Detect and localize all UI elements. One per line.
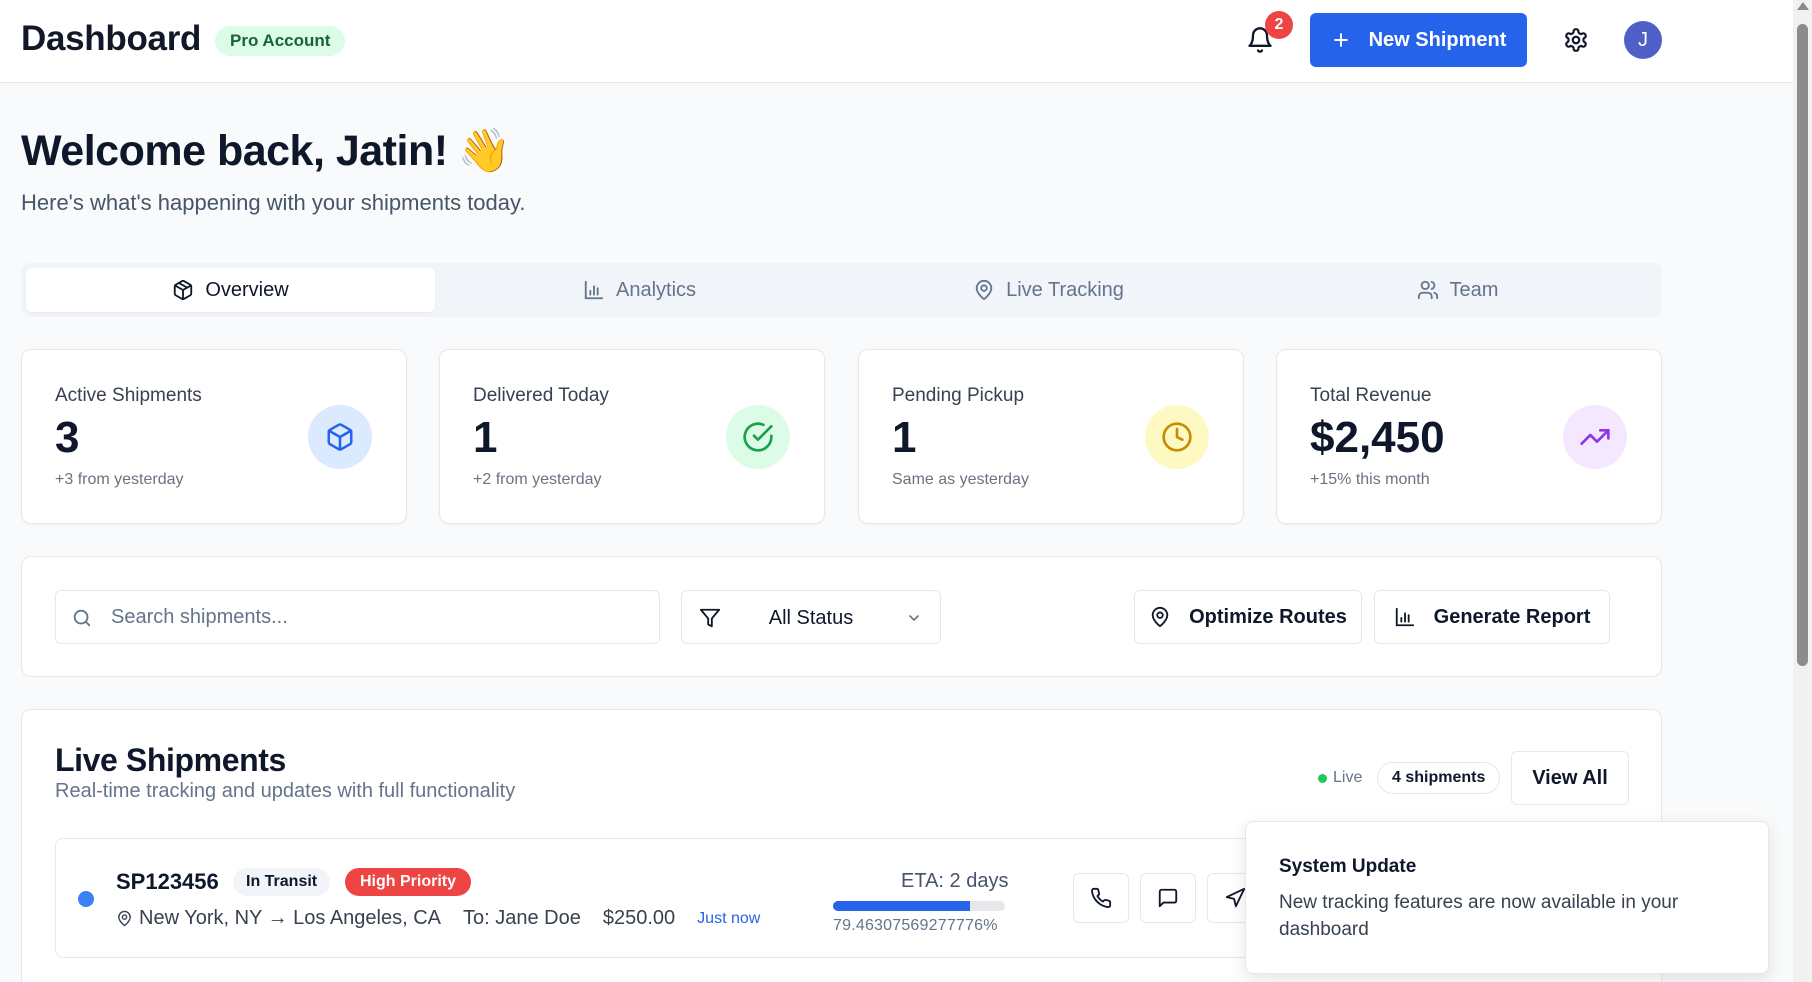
toast-message: New tracking features are now available …	[1279, 892, 1679, 940]
chevron-down-icon	[906, 610, 922, 626]
waving-hand-emoji: 👋	[457, 127, 512, 175]
scroll-up-arrow-icon[interactable]	[1797, 2, 1809, 10]
welcome-heading: Welcome back, Jatin! 👋	[21, 126, 511, 176]
users-icon	[1417, 279, 1439, 301]
tab-label: Overview	[205, 278, 289, 301]
progress-bar-fill	[833, 901, 970, 911]
live-label: Live	[1333, 769, 1363, 786]
bar-chart-icon	[583, 279, 605, 301]
notification-count-badge: 2	[1265, 11, 1293, 39]
clock-icon	[1145, 405, 1209, 469]
shipment-recipient: To: Jane Doe	[463, 907, 581, 929]
stat-card-delivered-today: Delivered Today 1 +2 from yesterday	[439, 349, 825, 524]
system-update-toast[interactable]: System Update New tracking features are …	[1245, 821, 1769, 974]
tab-label: Analytics	[615, 278, 697, 301]
progress-percent: 79.46307569277776%	[833, 917, 998, 934]
generate-report-label: Generate Report	[1433, 605, 1591, 628]
live-dot-icon	[1318, 773, 1327, 783]
page-scrollbar[interactable]	[1793, 0, 1812, 982]
stat-label: Delivered Today	[473, 385, 609, 406]
shipment-amount: $250.00	[602, 907, 676, 929]
stat-value: 1	[892, 413, 917, 462]
package-icon	[172, 279, 194, 301]
stat-label: Pending Pickup	[892, 385, 1025, 406]
user-avatar[interactable]: J	[1624, 21, 1662, 59]
search-icon	[71, 607, 93, 629]
shipment-meta: New York, NY → Los Angeles, CA To: Jane …	[116, 907, 760, 930]
generate-report-button[interactable]: Generate Report	[1374, 590, 1610, 644]
new-shipment-button[interactable]: New Shipment	[1310, 13, 1527, 67]
package-icon	[308, 405, 372, 469]
map-pin-icon	[1149, 606, 1171, 628]
navigation-icon	[1224, 887, 1246, 909]
tab-overview[interactable]: Overview	[26, 268, 435, 312]
live-indicator: Live	[1318, 769, 1362, 787]
shipment-route: New York, NY → Los Angeles, CA	[139, 907, 442, 929]
stat-value: 1	[473, 413, 498, 462]
stat-value: $2,450	[1310, 413, 1445, 462]
tab-analytics[interactable]: Analytics	[435, 268, 844, 312]
shipment-id: SP123456	[116, 869, 219, 894]
welcome-subtitle: Here's what's happening with your shipme…	[21, 190, 526, 215]
stat-label: Active Shipments	[55, 385, 202, 406]
app-title: Dashboard	[21, 19, 202, 58]
call-button[interactable]	[1073, 873, 1129, 923]
trending-up-icon	[1563, 405, 1627, 469]
stat-label: Total Revenue	[1310, 385, 1432, 406]
search-box[interactable]	[55, 590, 660, 644]
priority-badge: High Priority	[345, 868, 472, 896]
filter-bar: All Status Optimize Routes Generate Repo…	[21, 556, 1662, 677]
check-circle-icon	[726, 405, 790, 469]
stat-change: +3 from yesterday	[55, 471, 184, 488]
status-filter-select[interactable]: All Status	[681, 590, 941, 644]
optimize-routes-button[interactable]: Optimize Routes	[1134, 590, 1362, 644]
scrollbar-thumb[interactable]	[1797, 24, 1808, 666]
phone-icon	[1090, 887, 1112, 909]
stat-card-active-shipments: Active Shipments 3 +3 from yesterday	[21, 349, 407, 524]
top-header: Dashboard Pro Account 2 New Shipment J	[0, 0, 1793, 83]
status-dot-icon	[78, 891, 94, 907]
status-filter-value: All Status	[768, 607, 854, 629]
welcome-text: Welcome back, Jatin!	[21, 127, 448, 175]
tab-label: Live Tracking	[1006, 278, 1124, 301]
status-badge: In Transit	[233, 868, 331, 896]
tab-team[interactable]: Team	[1253, 268, 1662, 312]
optimize-routes-label: Optimize Routes	[1189, 605, 1347, 628]
message-button[interactable]	[1140, 873, 1196, 923]
section-title: Live Shipments	[55, 742, 286, 778]
gear-icon[interactable]	[1563, 27, 1589, 53]
toast-title: System Update	[1279, 856, 1417, 877]
map-pin-icon	[116, 910, 133, 927]
section-subtitle: Real-time tracking and updates with full…	[55, 780, 516, 802]
search-input[interactable]	[111, 591, 641, 643]
stat-change: Same as yesterday	[892, 471, 1029, 488]
shipment-count-badge: 4 shipments	[1377, 762, 1501, 794]
account-badge: Pro Account	[215, 26, 346, 56]
stat-change: +15% this month	[1310, 471, 1430, 488]
view-all-button[interactable]: View All	[1511, 751, 1629, 805]
tab-label: Team	[1449, 278, 1499, 301]
new-shipment-label: New Shipment	[1368, 28, 1507, 51]
last-updated: Just now	[697, 909, 761, 927]
stat-card-total-revenue: Total Revenue $2,450 +15% this month	[1276, 349, 1662, 524]
plus-icon	[1331, 30, 1351, 50]
dashboard-tabs: Overview Analytics Live Tracking Team	[21, 263, 1662, 317]
stat-value: 3	[55, 413, 80, 462]
stat-card-pending-pickup: Pending Pickup 1 Same as yesterday	[858, 349, 1244, 524]
eta-label: ETA: 2 days	[901, 870, 1009, 892]
message-square-icon	[1157, 887, 1179, 909]
map-pin-icon	[973, 279, 995, 301]
tab-live-tracking[interactable]: Live Tracking	[844, 268, 1253, 312]
bar-chart-icon	[1394, 606, 1416, 628]
stat-change: +2 from yesterday	[473, 471, 602, 488]
progress-bar	[833, 901, 1005, 911]
